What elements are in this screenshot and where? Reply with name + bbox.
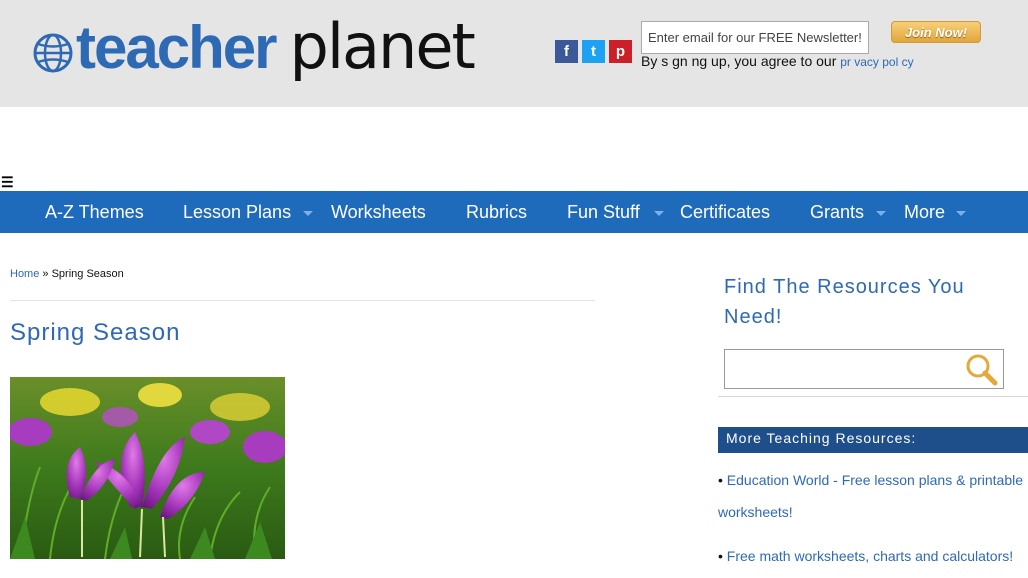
breadcrumb-divider bbox=[10, 300, 595, 301]
sidebar-divider bbox=[718, 396, 1028, 397]
main-navigation: A-Z Themes Lesson Plans Worksheets Rubri… bbox=[0, 191, 1028, 233]
breadcrumb: Home » Spring Season bbox=[10, 268, 124, 280]
chevron-down-icon bbox=[653, 211, 664, 216]
nav-item-grants[interactable]: Grants bbox=[810, 191, 887, 233]
nav-item-label: Grants bbox=[810, 201, 865, 222]
breadcrumb-separator: » bbox=[42, 268, 49, 280]
list-item: • Free math worksheets, charts and calcu… bbox=[718, 540, 1028, 572]
nav-item-label: A-Z Themes bbox=[45, 201, 144, 222]
menu-icon[interactable]: ☰ bbox=[1, 175, 14, 189]
find-resources-heading: Find The Resources You Need! bbox=[724, 276, 965, 328]
nav-item-more[interactable]: More bbox=[904, 191, 967, 233]
nav-item-rubrics[interactable]: Rubrics bbox=[466, 191, 527, 233]
chevron-down-icon bbox=[303, 211, 314, 216]
site-header: teacher planet f t p Join Now! By s gn n… bbox=[0, 0, 1028, 107]
page-title: Spring Season bbox=[10, 319, 181, 346]
nav-item-label: More bbox=[904, 201, 946, 222]
bullet: • bbox=[718, 548, 723, 564]
nav-item-label: Worksheets bbox=[331, 201, 426, 222]
globe-icon bbox=[33, 33, 73, 73]
pinterest-icon[interactable]: p bbox=[609, 40, 632, 63]
nav-item-label: Fun Stuff bbox=[567, 201, 640, 222]
chevron-down-icon bbox=[876, 211, 887, 216]
join-now-button[interactable]: Join Now! bbox=[891, 21, 981, 43]
nav-item-label: Lesson Plans bbox=[183, 201, 292, 222]
nav-item-lesson-plans[interactable]: Lesson Plans bbox=[183, 191, 314, 233]
nav-item-label: Rubrics bbox=[466, 201, 528, 222]
twitter-icon[interactable]: t bbox=[582, 40, 605, 63]
agreement-text: By s gn ng up, you agree to our bbox=[641, 53, 837, 69]
search-button[interactable] bbox=[963, 352, 999, 386]
privacy-policy-link[interactable]: pr vacy pol cy bbox=[840, 55, 913, 69]
signup-agreement: By s gn ng up, you agree to our pr vacy … bbox=[641, 53, 914, 69]
newsletter-email-input[interactable] bbox=[641, 21, 869, 54]
list-item: • Education World - Free lesson plans & … bbox=[718, 464, 1028, 528]
more-resources-header: More Teaching Resources: bbox=[718, 427, 1028, 453]
search-input[interactable] bbox=[726, 351, 956, 387]
nav-item-certificates[interactable]: Certificates bbox=[680, 191, 770, 233]
bullet: • bbox=[718, 472, 723, 488]
nav-item-fun-stuff[interactable]: Fun Stuff bbox=[567, 191, 664, 233]
resource-list: • Education World - Free lesson plans & … bbox=[718, 464, 1028, 578]
resource-link[interactable]: Free math worksheets, charts and calcula… bbox=[727, 548, 1013, 564]
nav-item-label: Certificates bbox=[680, 201, 771, 222]
social-links: f t p bbox=[555, 40, 632, 63]
chevron-down-icon bbox=[956, 211, 967, 216]
breadcrumb-home-link[interactable]: Home bbox=[10, 268, 39, 280]
search-icon bbox=[966, 354, 998, 386]
hero-image bbox=[10, 377, 285, 559]
nav-item-worksheets[interactable]: Worksheets bbox=[331, 191, 426, 233]
nav-item-az-themes[interactable]: A-Z Themes bbox=[45, 191, 144, 233]
site-logo[interactable]: teacher planet bbox=[32, 10, 476, 83]
breadcrumb-current: Spring Season bbox=[51, 268, 124, 280]
site-search bbox=[724, 349, 1004, 389]
facebook-icon[interactable]: f bbox=[555, 40, 578, 63]
logo-word-teacher: teacher bbox=[76, 14, 277, 81]
logo-word-planet: planet bbox=[289, 10, 475, 83]
resource-link[interactable]: Education World - Free lesson plans & pr… bbox=[718, 472, 1023, 520]
